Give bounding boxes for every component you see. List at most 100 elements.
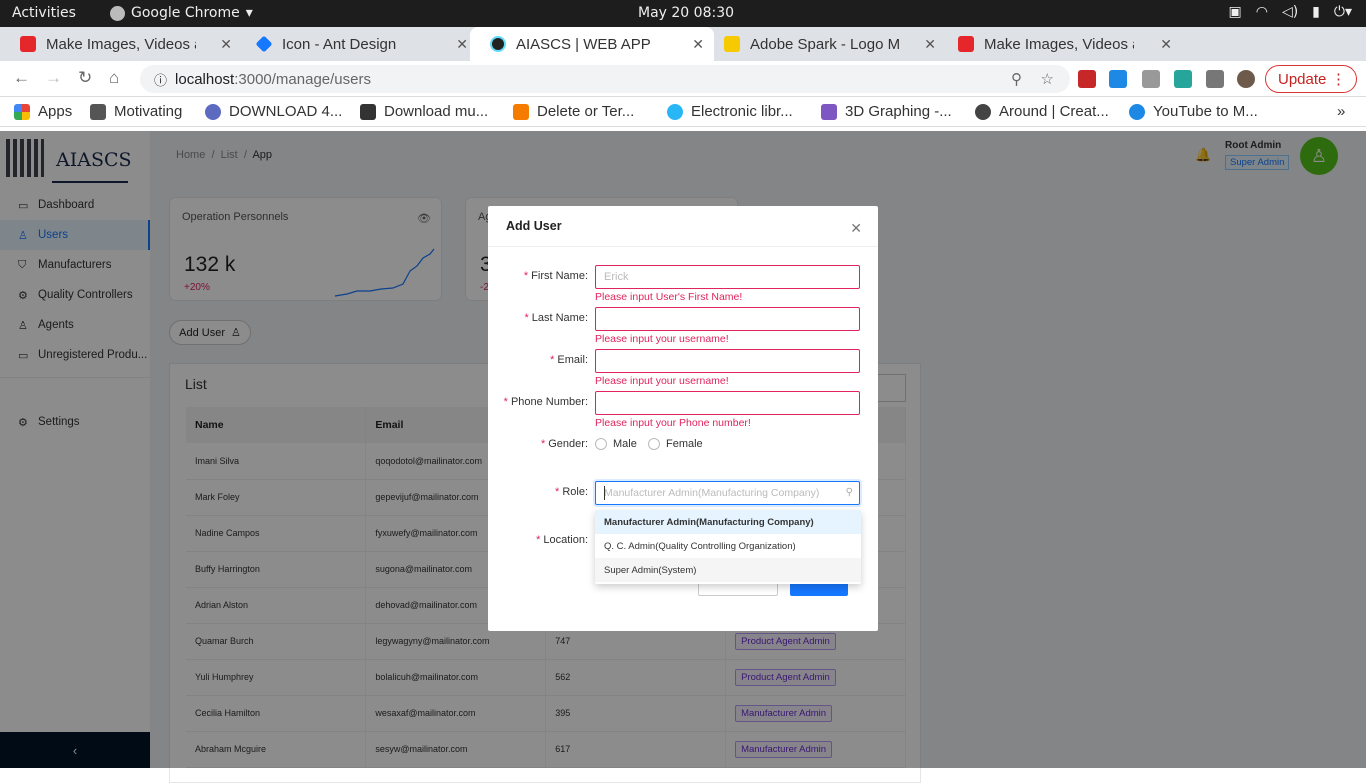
radio-circle xyxy=(648,438,660,450)
first-name-label: * First Name: xyxy=(523,270,588,282)
screen-icon: ▣ xyxy=(1228,4,1242,20)
radio-circle xyxy=(595,438,607,450)
tab-ant-design[interactable]: Icon - Ant Design ✕ xyxy=(236,27,478,61)
first-name-error: Please input User's First Name! xyxy=(595,291,743,303)
site-icon xyxy=(975,103,991,120)
profile-avatar[interactable] xyxy=(1237,70,1255,88)
tab-make-images[interactable]: Make Images, Videos and ✕ xyxy=(0,27,242,61)
adobe-spark-favicon-icon xyxy=(724,36,740,52)
close-icon[interactable]: ✕ xyxy=(220,36,232,53)
extension-icon[interactable] xyxy=(1078,70,1096,88)
last-name-error: Please input your username! xyxy=(595,333,729,345)
site-icon xyxy=(821,103,837,120)
wifi-icon: ◠ xyxy=(1255,4,1268,20)
role-option-super-admin[interactable]: Super Admin(System) xyxy=(595,558,861,582)
first-name-input[interactable]: Erick xyxy=(595,265,860,289)
first-name-placeholder: Erick xyxy=(604,271,629,283)
app-menu[interactable]: Google Chrome ▾ xyxy=(110,5,253,21)
bookmark-delete[interactable]: Delete or Ter... xyxy=(513,103,634,120)
last-name-input[interactable] xyxy=(595,307,860,331)
chevron-down-icon: ▾ xyxy=(245,5,253,21)
ant-design-favicon-icon xyxy=(255,35,273,53)
power-icon: ⏻▾ xyxy=(1333,4,1352,20)
volume-icon: ◁) xyxy=(1281,4,1299,20)
close-icon[interactable]: ✕ xyxy=(692,36,704,53)
extension-icon[interactable] xyxy=(1142,70,1160,88)
tab-bar: Make Images, Videos and ✕ Icon - Ant Desi… xyxy=(0,27,1366,79)
react-favicon-icon xyxy=(490,36,506,52)
update-label: Update xyxy=(1278,70,1327,88)
bookmark-download4[interactable]: DOWNLOAD 4... xyxy=(205,103,342,120)
folder-icon xyxy=(90,103,106,120)
url-path: :3000/manage/users xyxy=(234,70,371,88)
bookmark-label: Download mu... xyxy=(384,103,489,120)
label-text: Gender xyxy=(548,438,585,450)
role-option-qc-admin[interactable]: Q. C. Admin(Quality Controlling Organiza… xyxy=(595,534,861,558)
bookmark-download-music[interactable]: Download mu... xyxy=(360,103,488,120)
label-text: Role xyxy=(562,486,585,498)
os-top-bar: Activities Google Chrome ▾ May 20 08:30 ▣… xyxy=(0,0,1366,27)
more-bookmarks-icon[interactable]: » xyxy=(1337,103,1345,120)
radio-label: Female xyxy=(666,438,703,450)
url-input[interactable]: ⓘ localhost:3000/manage/users ⚲ ☆ xyxy=(140,65,1070,93)
tab-make-images-2[interactable]: Make Images, Videos and ✕ xyxy=(938,27,1182,61)
activities-button[interactable]: Activities xyxy=(12,5,76,21)
forward-button[interactable]: → xyxy=(45,68,62,88)
bookmark-label: Around | Creat... xyxy=(999,103,1109,120)
role-select[interactable]: Manufacturer Admin(Manufacturing Company… xyxy=(595,481,860,505)
tab-aiascs[interactable]: AIASCS | WEB APP ✕ xyxy=(470,27,714,61)
extension-icon[interactable] xyxy=(1174,70,1192,88)
info-icon: ⓘ xyxy=(154,72,168,88)
tab-title: AIASCS | WEB APP xyxy=(516,35,651,53)
bookmark-label: Electronic libr... xyxy=(691,103,793,120)
close-icon[interactable]: ✕ xyxy=(850,220,862,237)
role-dropdown: Manufacturer Admin(Manufacturing Company… xyxy=(595,510,861,584)
close-icon[interactable]: ✕ xyxy=(456,36,468,53)
radio-label: Male xyxy=(613,438,637,450)
site-icon xyxy=(513,103,529,120)
phone-input[interactable] xyxy=(595,391,860,415)
phone-label: * Phone Number: xyxy=(503,396,588,408)
role-placeholder: Manufacturer Admin(Manufacturing Company… xyxy=(604,487,820,499)
bookmark-apps[interactable]: Apps xyxy=(14,103,72,120)
bookmark-motivating[interactable]: Motivating xyxy=(90,103,182,120)
spark-favicon-icon xyxy=(20,36,36,52)
close-icon[interactable]: ✕ xyxy=(924,36,936,53)
gender-radio-female[interactable]: Female xyxy=(648,438,703,450)
back-button[interactable]: ← xyxy=(13,68,30,88)
spark-favicon-icon xyxy=(958,36,974,52)
home-button[interactable]: ⌂ xyxy=(109,68,119,88)
url-host: localhost xyxy=(175,70,235,88)
email-label: * Email: xyxy=(550,354,588,366)
system-tray[interactable]: ▣ ◠ ◁) ▮ ⏻▾ xyxy=(1228,4,1352,20)
tab-adobe-spark[interactable]: Adobe Spark - Logo Make ✕ xyxy=(704,27,946,61)
label-text: Last Name xyxy=(531,312,585,324)
zoom-icon[interactable]: ⚲ xyxy=(1011,70,1022,88)
bookmark-star-icon[interactable]: ☆ xyxy=(1041,70,1054,88)
puzzle-icon[interactable] xyxy=(1206,70,1224,88)
bookmark-youtube-to-mp3[interactable]: YouTube to M... xyxy=(1129,103,1258,120)
extension-icon[interactable] xyxy=(1109,70,1127,88)
bookmark-label: Motivating xyxy=(114,103,183,120)
text-caret xyxy=(604,486,605,500)
close-icon[interactable]: ✕ xyxy=(1160,36,1172,53)
reload-button[interactable]: ↻ xyxy=(78,68,92,88)
email-input[interactable] xyxy=(595,349,860,373)
more-icon: ⋮ xyxy=(1331,71,1346,88)
site-icon xyxy=(360,103,376,120)
site-icon xyxy=(667,103,683,120)
gender-radio-male[interactable]: Male xyxy=(595,438,637,450)
tab-title: Make Images, Videos and xyxy=(984,35,1134,53)
label-text: First Name xyxy=(531,270,585,282)
bookmark-around[interactable]: Around | Creat... xyxy=(975,103,1109,120)
bookmark-3d-graphing[interactable]: 3D Graphing -... xyxy=(821,103,952,120)
clock[interactable]: May 20 08:30 xyxy=(638,5,734,21)
bookmark-label: YouTube to M... xyxy=(1153,103,1258,120)
bookmark-electronic-library[interactable]: Electronic libr... xyxy=(667,103,793,120)
label-text: Location xyxy=(543,534,585,546)
bookmark-label: Delete or Ter... xyxy=(537,103,635,120)
label-text: Email xyxy=(557,354,585,366)
update-button[interactable]: Update ⋮ xyxy=(1265,65,1357,93)
battery-icon: ▮ xyxy=(1312,4,1320,20)
role-option-manufacturer-admin[interactable]: Manufacturer Admin(Manufacturing Company… xyxy=(595,510,861,534)
